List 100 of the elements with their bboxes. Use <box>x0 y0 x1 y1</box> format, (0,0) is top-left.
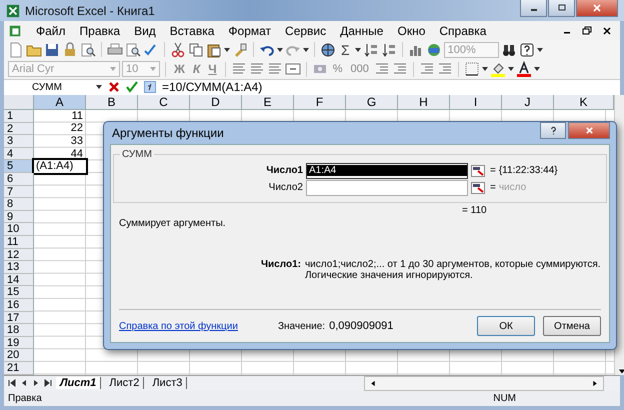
row-header[interactable]: 14 <box>4 274 34 286</box>
help-icon[interactable] <box>518 42 535 58</box>
row-header[interactable]: 5 <box>4 160 34 174</box>
menu-item[interactable]: Правка <box>74 24 126 38</box>
maximize-button[interactable] <box>548 0 575 17</box>
row-header[interactable]: 2 <box>4 122 34 136</box>
column-header[interactable]: H <box>398 95 450 110</box>
sort-ascending-icon[interactable] <box>362 42 379 58</box>
caret-icon[interactable] <box>536 48 543 52</box>
column-header[interactable]: C <box>138 95 190 110</box>
cancel-button[interactable]: Отмена <box>543 316 601 336</box>
sheet-tab[interactable]: Лист1 <box>56 377 102 390</box>
restore-icon[interactable] <box>582 26 592 36</box>
caret-icon[interactable] <box>482 67 488 72</box>
minimize-button[interactable] <box>520 0 547 17</box>
merge-cells-icon[interactable] <box>284 61 301 78</box>
row-header[interactable]: 1 <box>4 110 34 123</box>
autosum-button[interactable]: Σ <box>338 42 353 58</box>
close-icon[interactable] <box>602 26 612 36</box>
column-header[interactable]: I <box>450 95 502 110</box>
menu-item[interactable]: Сервис <box>279 24 332 38</box>
fill-color-icon[interactable] <box>490 61 506 78</box>
sheet-tab[interactable]: Лист3 <box>148 377 188 390</box>
row-header[interactable]: 18 <box>4 324 34 337</box>
print-preview-icon[interactable] <box>125 42 141 58</box>
row-header[interactable]: 6 <box>4 173 34 186</box>
scissors-icon[interactable] <box>170 42 186 58</box>
dialog-title: Аргументы функции <box>112 126 224 140</box>
caret-icon[interactable] <box>534 67 540 72</box>
sheet-tab[interactable]: Лист2 <box>105 377 144 390</box>
column-header[interactable]: F <box>294 95 346 110</box>
cancel-icon[interactable] <box>108 81 120 94</box>
row-header[interactable]: 15 <box>4 286 34 299</box>
caret-icon[interactable] <box>354 48 361 52</box>
clipboard-icon[interactable] <box>206 42 222 58</box>
magnifier-icon[interactable] <box>80 42 96 58</box>
caret-icon[interactable] <box>508 67 514 72</box>
help-button[interactable] <box>540 122 566 139</box>
column-header[interactable]: D <box>190 95 242 110</box>
row-header[interactable]: 13 <box>4 261 34 274</box>
row-header[interactable]: 7 <box>4 186 34 198</box>
menu-item[interactable]: Формат <box>222 24 278 38</box>
caret-icon[interactable] <box>96 85 102 90</box>
row-header[interactable]: 3 <box>4 135 34 148</box>
help-link[interactable]: Справка по этой функции <box>119 320 238 332</box>
equals-sign: = <box>490 165 496 176</box>
menu-item[interactable]: Файл <box>30 24 72 38</box>
new-document-icon[interactable] <box>8 42 24 58</box>
row-header[interactable]: 19 <box>4 336 34 350</box>
row-header[interactable]: 12 <box>4 248 34 262</box>
collapse-dialog-icon[interactable] <box>471 164 485 176</box>
menu-item[interactable]: Вставка <box>164 24 220 38</box>
row-header[interactable]: 16 <box>4 298 34 312</box>
menu-item[interactable]: Вид <box>128 24 162 38</box>
row-header[interactable]: 8 <box>4 198 34 211</box>
caret-icon[interactable] <box>224 48 230 52</box>
font-color-icon[interactable] <box>516 61 532 78</box>
argument-field[interactable]: A1:A4 <box>306 162 468 178</box>
borders-icon[interactable] <box>464 61 480 78</box>
row-header[interactable]: 10 <box>4 223 34 236</box>
collapse-dialog-icon[interactable] <box>471 182 485 194</box>
column-header[interactable]: B <box>86 95 138 110</box>
column-header[interactable]: G <box>346 95 398 110</box>
previous-sheet-icon[interactable] <box>20 379 28 388</box>
scroll-right-icon[interactable] <box>591 380 599 387</box>
checkmark-icon[interactable] <box>126 81 138 94</box>
row-header[interactable]: 21 <box>4 362 34 375</box>
close-button[interactable] <box>568 122 610 139</box>
menu-item[interactable]: Справка <box>433 24 492 38</box>
name-box[interactable]: СУММ <box>6 82 90 93</box>
row-header[interactable]: 4 <box>4 148 34 160</box>
menu-item[interactable]: Данные <box>334 24 390 38</box>
caret-icon[interactable] <box>303 48 309 52</box>
active-cell[interactable]: (A1:A4) <box>34 160 86 174</box>
scroll-left-icon[interactable] <box>369 380 377 387</box>
next-sheet-icon[interactable] <box>32 379 40 388</box>
last-sheet-icon[interactable] <box>44 379 52 388</box>
globe-icon[interactable] <box>320 42 336 58</box>
sort-descending-icon[interactable] <box>380 42 397 58</box>
column-header[interactable]: J <box>502 95 554 110</box>
insert-function-icon[interactable] <box>144 81 156 94</box>
workbook-icon[interactable] <box>8 24 22 38</box>
menu-item[interactable]: Окно <box>391 24 432 38</box>
horizontal-scrollbar[interactable] <box>364 376 604 391</box>
scroll-down-icon[interactable] <box>618 368 624 375</box>
lock-icon[interactable] <box>62 42 78 58</box>
copy-icon[interactable] <box>188 42 204 58</box>
row-header[interactable]: 11 <box>4 236 34 249</box>
first-sheet-icon[interactable] <box>8 379 16 388</box>
row-header[interactable]: 20 <box>4 349 34 362</box>
column-header[interactable]: A <box>34 95 86 110</box>
argument-field[interactable] <box>306 180 468 196</box>
caret-icon[interactable] <box>277 48 283 52</box>
formula-field[interactable]: =10/СУММ(A1:A4) <box>162 80 262 94</box>
row-header[interactable]: 17 <box>4 312 34 324</box>
close-button[interactable] <box>576 0 618 17</box>
column-header[interactable]: E <box>242 95 294 110</box>
ok-button[interactable]: ОК <box>477 316 535 336</box>
column-header[interactable]: K <box>554 95 614 110</box>
row-header[interactable]: 9 <box>4 210 34 224</box>
